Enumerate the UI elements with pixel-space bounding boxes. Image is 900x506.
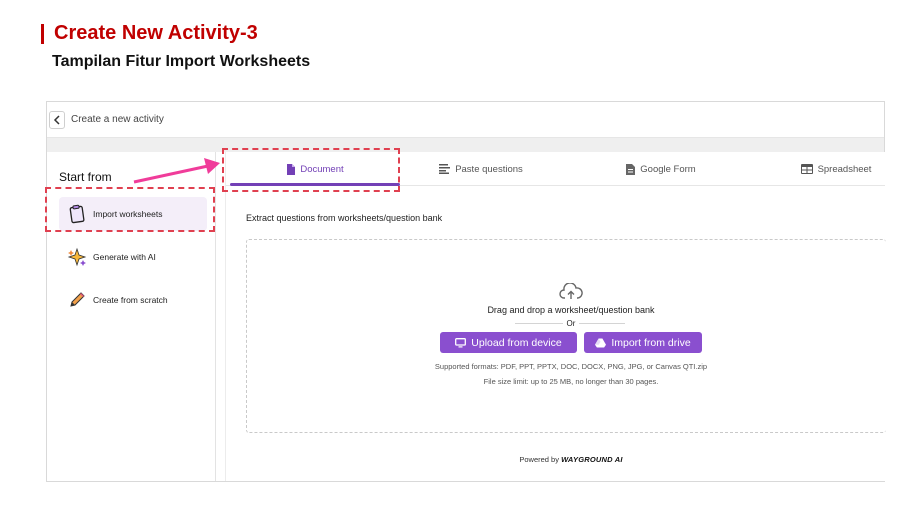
brand-logo: WAYGROUND AI [561,455,623,464]
powered-by-label: Powered by [519,455,559,464]
tab-label: Google Form [640,163,696,175]
annotation-highlight-import [45,187,215,232]
extract-description: Extract questions from worksheets/questi… [246,213,443,223]
cloud-upload-icon [559,282,583,306]
header-title: Create a new activity [71,114,164,125]
tab-paste-questions[interactable]: Paste questions [406,152,556,186]
monitor-icon [455,337,467,348]
app-header: Create a new activity [47,102,884,138]
supported-formats: Supported formats: PDF, PPT, PPTX, DOC, … [434,362,708,371]
tab-spreadsheet[interactable]: Spreadsheet [761,152,900,186]
sidebar-item-label: Generate with AI [93,252,156,262]
text-lines-icon [439,164,451,174]
sidebar-title: Start from [59,170,112,184]
drag-drop-text: Drag and drop a worksheet/question bank [487,305,655,315]
google-drive-icon [595,338,607,348]
annotation-arrow [133,158,220,184]
or-label: Or [562,319,580,328]
main-panel: Document Paste questions Google Form Spr… [225,152,886,481]
tab-label: Paste questions [455,163,523,175]
dropzone[interactable]: Drag and drop a worksheet/question bank … [246,239,886,433]
or-text-wrap: Or [247,319,895,328]
title-accent-bar [41,23,44,44]
table-icon [800,164,813,174]
sidebar-item-label: Create from scratch [93,295,168,305]
drive-button-label: Import from drive [611,336,691,349]
upload-from-device-button[interactable]: Upload from device [440,332,577,353]
sparkles-icon [67,247,87,267]
chevron-left-icon [53,114,60,125]
form-icon [626,163,636,175]
powered-by: Powered by WAYGROUND AI [226,455,900,464]
slide-subtitle: Tampilan Fitur Import Worksheets [52,53,311,70]
back-button[interactable] [49,110,65,129]
tab-google-form[interactable]: Google Form [586,152,736,186]
slide-title-text: Create New Activity-3 [54,22,258,44]
sidebar-item-create-scratch[interactable]: Create from scratch [59,283,207,317]
size-limit: File size limit: up to 25 MB, no longer … [483,377,659,386]
tab-label: Spreadsheet [817,163,872,175]
pencil-icon [67,290,87,310]
slide-title: Create New Activity-3 [41,22,258,45]
annotation-highlight-document-tab [222,148,400,192]
slide: Create New Activity-3 Tampilan Fitur Imp… [0,0,900,506]
import-from-drive-button[interactable]: Import from drive [584,332,702,353]
upload-button-label: Upload from device [471,336,562,349]
sidebar-item-generate-ai[interactable]: Generate with AI [59,240,207,274]
